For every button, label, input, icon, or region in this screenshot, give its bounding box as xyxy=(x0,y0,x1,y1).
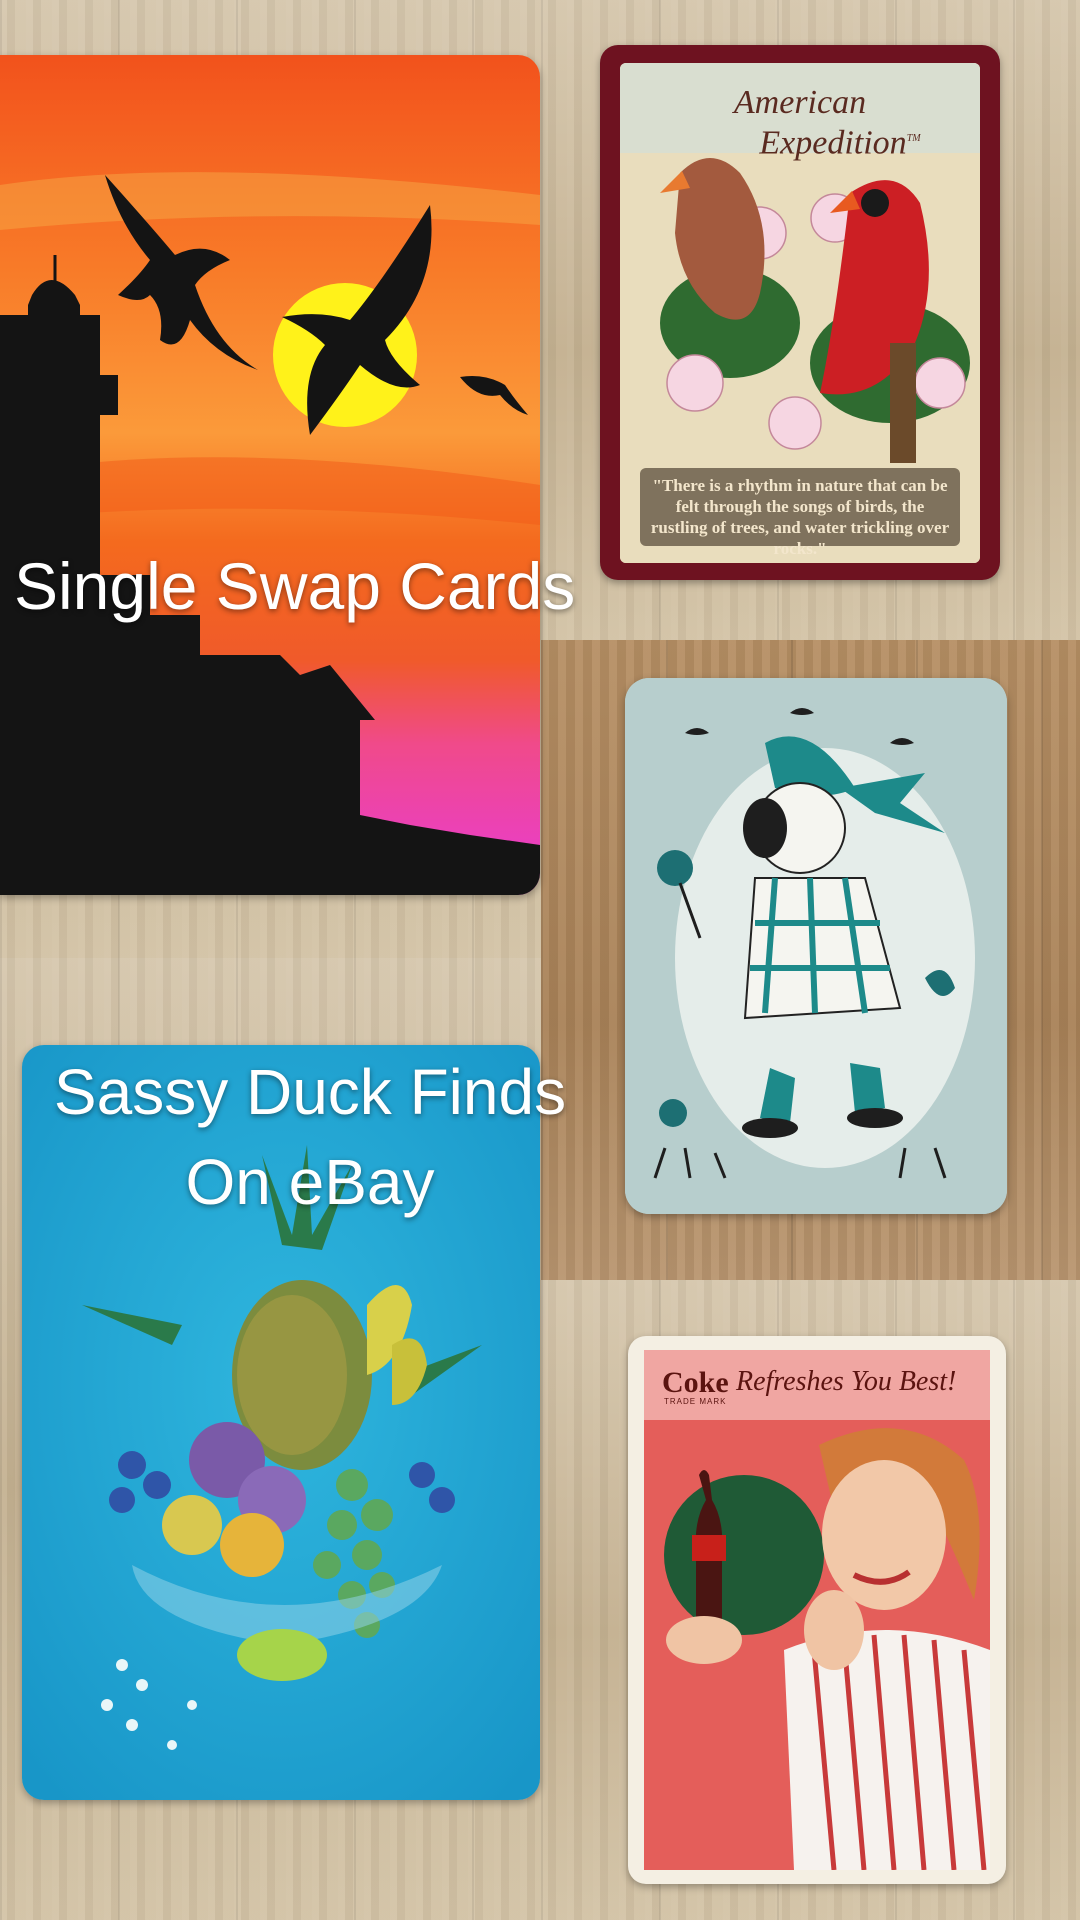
coke-card: Coke Refreshes You Best! TRADE MARK xyxy=(628,1336,1006,1884)
coke-trademark-label: TRADE MARK xyxy=(664,1397,727,1406)
coke-card-inner: Coke Refreshes You Best! TRADE MARK xyxy=(644,1350,990,1870)
woman-with-coke-bottle-illustration-icon xyxy=(644,1350,990,1870)
overlay-marketplace: On eBay xyxy=(185,1146,435,1218)
overlay-shop-name: Sassy Duck Finds xyxy=(53,1056,567,1128)
american-expedition-card: American ExpeditionTM "There is a rhythm… xyxy=(600,45,1000,580)
lighthouse-card xyxy=(0,55,540,895)
nature-quote: "There is a rhythm in nature that can be… xyxy=(650,476,950,558)
girl-bonnet-card xyxy=(625,678,1007,1214)
coke-brand-label: Coke xyxy=(662,1366,729,1399)
girl-in-bonnet-illustration-icon xyxy=(625,678,1007,1214)
coke-slogan-label: Refreshes You Best! xyxy=(736,1366,957,1397)
card-inner-frame: American ExpeditionTM "There is a rhythm… xyxy=(620,63,980,563)
card-title-expedition: Expedition xyxy=(759,124,907,162)
lighthouse-sunset-illustration-icon xyxy=(0,55,540,895)
card-title-line2: ExpeditionTM xyxy=(620,119,980,163)
card-title-line1: American xyxy=(733,84,867,121)
overlay-title-single-swap-cards: Single Swap Cards xyxy=(14,549,576,623)
trademark-mark: TM xyxy=(906,133,921,144)
